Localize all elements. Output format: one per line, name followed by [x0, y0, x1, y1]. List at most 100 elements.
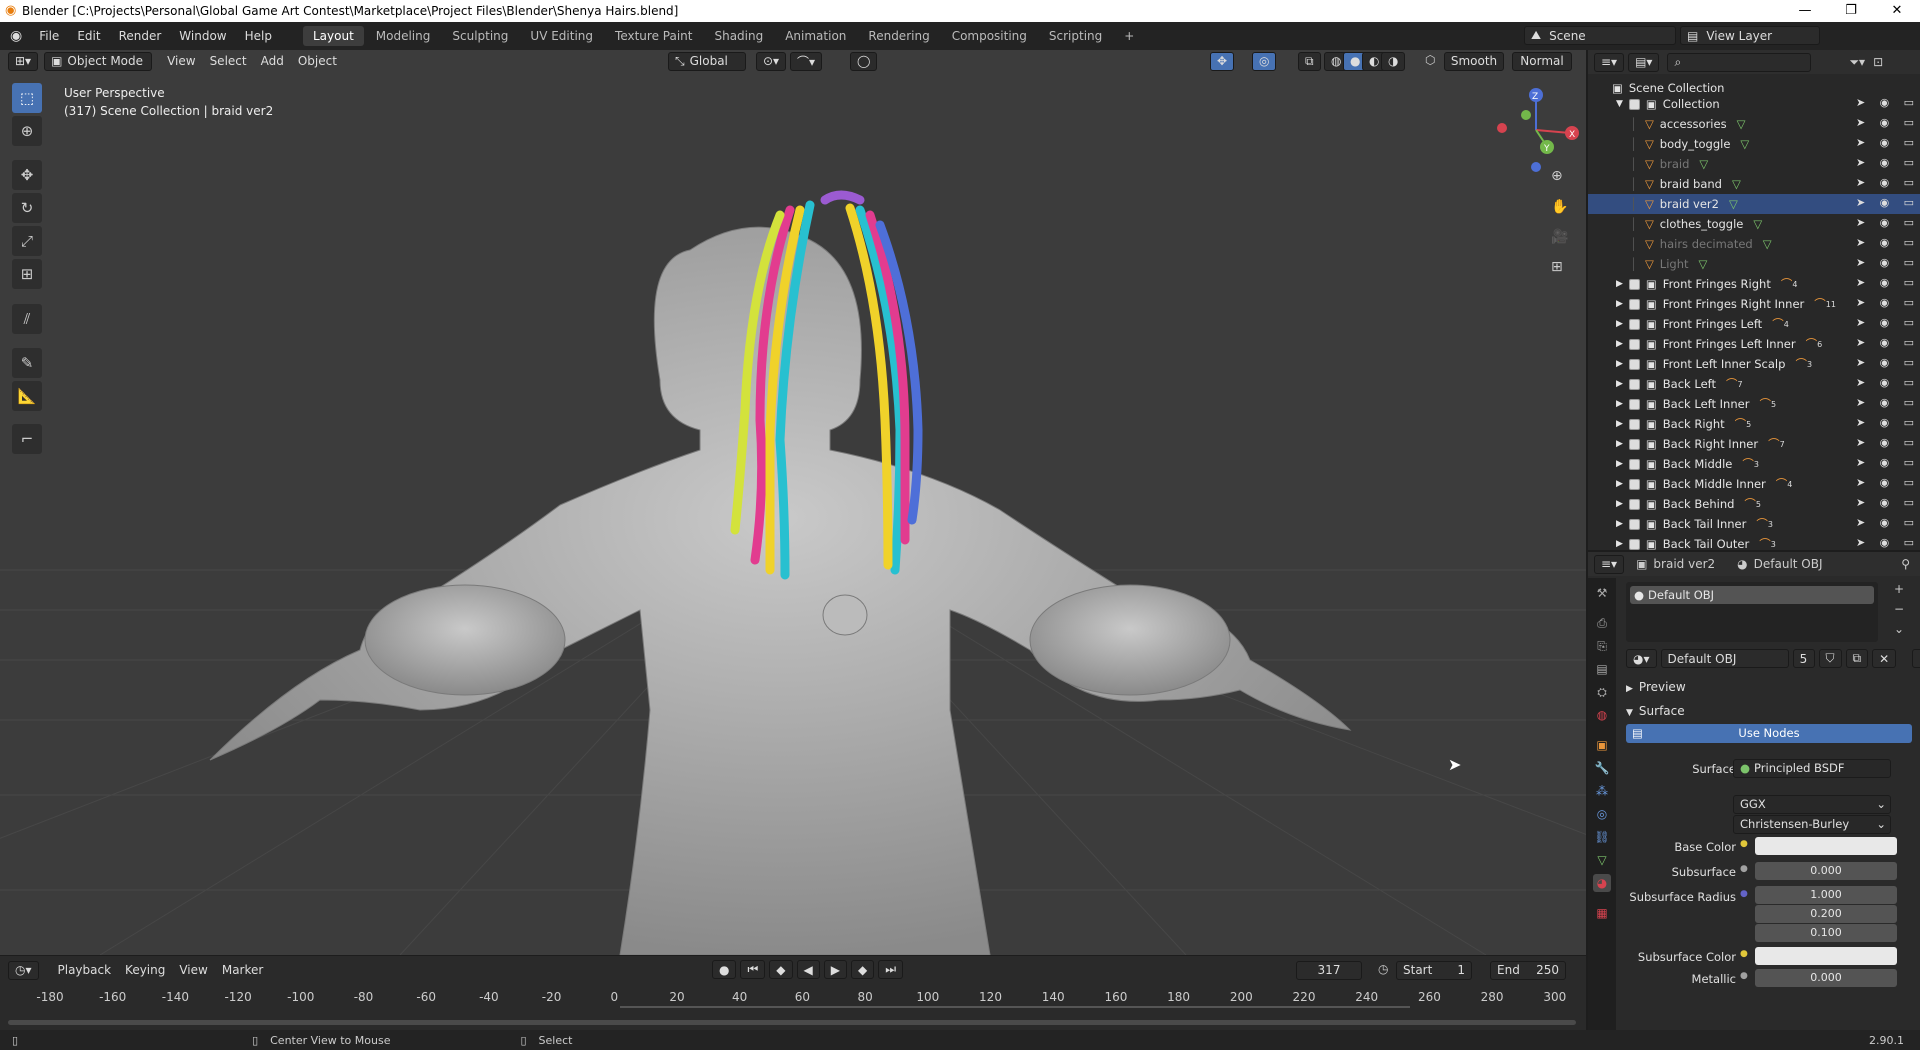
menu-object[interactable]: Object	[291, 54, 344, 68]
material-users-count[interactable]: 5	[1792, 649, 1815, 668]
selectable-icon[interactable]: ➤	[1856, 316, 1865, 329]
expand-icon[interactable]: ▶	[1616, 479, 1623, 489]
perspective-toggle-icon[interactable]: ⊞	[1551, 259, 1563, 275]
tab-shading[interactable]: Shading	[704, 26, 773, 46]
menu-view[interactable]: View	[160, 54, 202, 68]
selectable-icon[interactable]: ➤	[1856, 416, 1865, 429]
tab-compositing[interactable]: Compositing	[942, 26, 1037, 46]
selectable-icon[interactable]: ➤	[1856, 96, 1865, 109]
render-icon[interactable]: ▭	[1904, 396, 1914, 409]
use-nodes-button[interactable]: ▤ Use Nodes	[1626, 724, 1912, 743]
camera-view-icon[interactable]: 🎥	[1551, 229, 1568, 245]
tab-texture-paint[interactable]: Texture Paint	[605, 26, 702, 46]
eye-icon[interactable]: ◉	[1880, 396, 1890, 409]
gizmo-toggle-button[interactable]: ✥	[1210, 51, 1235, 71]
duplicate-material-button[interactable]: ⧉	[1845, 649, 1869, 668]
timeline-editor-type-button[interactable]: ◷▾	[8, 960, 39, 980]
render-icon[interactable]: ▭	[1904, 136, 1914, 149]
outliner-row-object[interactable]: │ ▽ braid ver2 ▽ ➤ ◉ ▭	[1588, 194, 1920, 214]
render-icon[interactable]: ▭	[1904, 276, 1914, 289]
collection-checkbox[interactable]	[1628, 278, 1640, 290]
subsurface-field[interactable]: 0.000	[1755, 862, 1897, 880]
data-tab-icon[interactable]: ▽	[1593, 851, 1611, 869]
tab-modeling[interactable]: Modeling	[366, 26, 441, 46]
expand-icon[interactable]: ▶	[1616, 499, 1623, 509]
metallic-field[interactable]: 0.000	[1755, 969, 1897, 987]
menu-help[interactable]: Help	[236, 29, 281, 43]
eye-icon[interactable]: ◉	[1880, 236, 1890, 249]
unlink-material-button[interactable]: ✕	[1872, 649, 1897, 668]
filter-icon[interactable]: ⏷▾	[1849, 55, 1865, 70]
subsurface-radius-y[interactable]: 0.200	[1755, 905, 1897, 923]
next-keyframe-icon[interactable]: ◆	[851, 960, 875, 979]
menu-edit[interactable]: Edit	[68, 29, 109, 43]
particles-tab-icon[interactable]: ⁂	[1593, 782, 1611, 800]
view-layer-selector[interactable]: ▤ View Layer	[1680, 26, 1820, 45]
pivot-point-button[interactable]: ⊙▾	[756, 51, 787, 71]
render-icon[interactable]: ▭	[1904, 436, 1914, 449]
curve-tool-icon[interactable]: ⌐	[12, 424, 42, 454]
menu-playback[interactable]: Playback	[51, 963, 119, 977]
eye-icon[interactable]: ◉	[1880, 436, 1890, 449]
rotate-tool-icon[interactable]: ↻	[12, 193, 42, 223]
eye-icon[interactable]: ◉	[1880, 416, 1890, 429]
render-icon[interactable]: ▭	[1904, 236, 1914, 249]
expand-icon[interactable]: ▶	[1616, 419, 1623, 429]
render-icon[interactable]: ▭	[1904, 496, 1914, 509]
collection-checkbox[interactable]	[1628, 398, 1640, 410]
collection-checkbox[interactable]	[1628, 318, 1640, 330]
outliner-row-hair-collection[interactable]: ▶ ▣ Front Fringes Right ⌒ 4 ➤ ◉ ▭	[1588, 274, 1920, 294]
expand-icon[interactable]: ▶	[1616, 539, 1623, 549]
render-icon[interactable]: ▭	[1904, 196, 1914, 209]
expand-icon[interactable]: ▶	[1616, 359, 1623, 369]
surface-panel-header[interactable]: ▼ Surface	[1626, 704, 1685, 718]
render-icon[interactable]: ▭	[1904, 336, 1914, 349]
outliner-row-object[interactable]: │ ▽ Light ▽ ➤ ◉ ▭	[1588, 254, 1920, 274]
prev-keyframe-icon[interactable]: ◆	[769, 960, 793, 979]
zoom-icon[interactable]: ⊕	[1551, 168, 1563, 184]
editor-type-button[interactable]: ⊞▾	[8, 51, 39, 71]
output-tab-icon[interactable]: ⎘	[1593, 637, 1611, 655]
outliner-row-hair-collection[interactable]: ▶ ▣ Back Tail Inner ⌒ 3 ➤ ◉ ▭	[1588, 514, 1920, 534]
constraints-tab-icon[interactable]: ⛓	[1593, 828, 1611, 846]
collection-checkbox[interactable]	[1628, 538, 1640, 550]
collection-checkbox[interactable]	[1628, 518, 1640, 530]
expand-icon[interactable]: ▶	[1616, 459, 1623, 469]
outliner-row-hair-collection[interactable]: ▶ ▣ Back Left ⌒ 7 ➤ ◉ ▭	[1588, 374, 1920, 394]
play-reverse-icon[interactable]: ◀	[796, 960, 820, 979]
selectable-icon[interactable]: ➤	[1856, 496, 1865, 509]
menu-select[interactable]: Select	[203, 54, 254, 68]
render-icon[interactable]: ▭	[1904, 216, 1914, 229]
material-tab-icon[interactable]: ◕	[1593, 874, 1611, 892]
add-workspace-icon[interactable]: +	[1114, 26, 1144, 46]
slot-menu-chevron-icon[interactable]: ⌄	[1894, 622, 1904, 636]
menu-add[interactable]: Add	[254, 54, 291, 68]
scale-tool-icon[interactable]: ⤢	[12, 226, 42, 256]
eye-icon[interactable]: ◉	[1880, 96, 1890, 109]
selectable-icon[interactable]: ➤	[1856, 516, 1865, 529]
node-link-button[interactable]: ⊿▾	[1912, 649, 1920, 668]
eye-icon[interactable]: ◉	[1880, 156, 1890, 169]
outliner-row-object[interactable]: │ ▽ accessories ▽ ➤ ◉ ▭	[1588, 114, 1920, 134]
properties-panel[interactable]: ≡▾ ▣ braid ver2 ◕ Default OBJ ⚲ ⚒ ⎙ ⎘ ▤ …	[1588, 552, 1920, 1030]
outliner-row-hair-collection[interactable]: ▶ ▣ Back Middle ⌒ 3 ➤ ◉ ▭	[1588, 454, 1920, 474]
collection-checkbox[interactable]	[1628, 418, 1640, 430]
shading-rendered-button[interactable]: ◑	[1381, 51, 1406, 71]
distribution-selector[interactable]: GGX ⌄	[1733, 795, 1891, 814]
collection-checkbox[interactable]	[1628, 478, 1640, 490]
selectable-icon[interactable]: ➤	[1856, 236, 1865, 249]
subsurface-method-selector[interactable]: Christensen-Burley ⌄	[1733, 815, 1891, 834]
pin-icon[interactable]: ⚲	[1901, 557, 1910, 571]
normal-button[interactable]: Normal	[1512, 51, 1572, 71]
tab-uv-editing[interactable]: UV Editing	[520, 26, 603, 46]
eye-icon[interactable]: ◉	[1880, 456, 1890, 469]
collection-checkbox[interactable]	[1628, 458, 1640, 470]
collection-checkbox[interactable]	[1628, 338, 1640, 350]
outliner-row-hair-collection[interactable]: ▶ ▣ Front Fringes Left Inner ⌒ 6 ➤ ◉ ▭	[1588, 334, 1920, 354]
measure-tool-icon[interactable]: 📐	[12, 381, 42, 411]
expand-icon[interactable]: ▶	[1616, 519, 1623, 529]
render-icon[interactable]: ▭	[1904, 376, 1914, 389]
start-frame-field[interactable]: Start 1	[1396, 960, 1472, 980]
selectable-icon[interactable]: ➤	[1856, 536, 1865, 549]
eye-icon[interactable]: ◉	[1880, 136, 1890, 149]
